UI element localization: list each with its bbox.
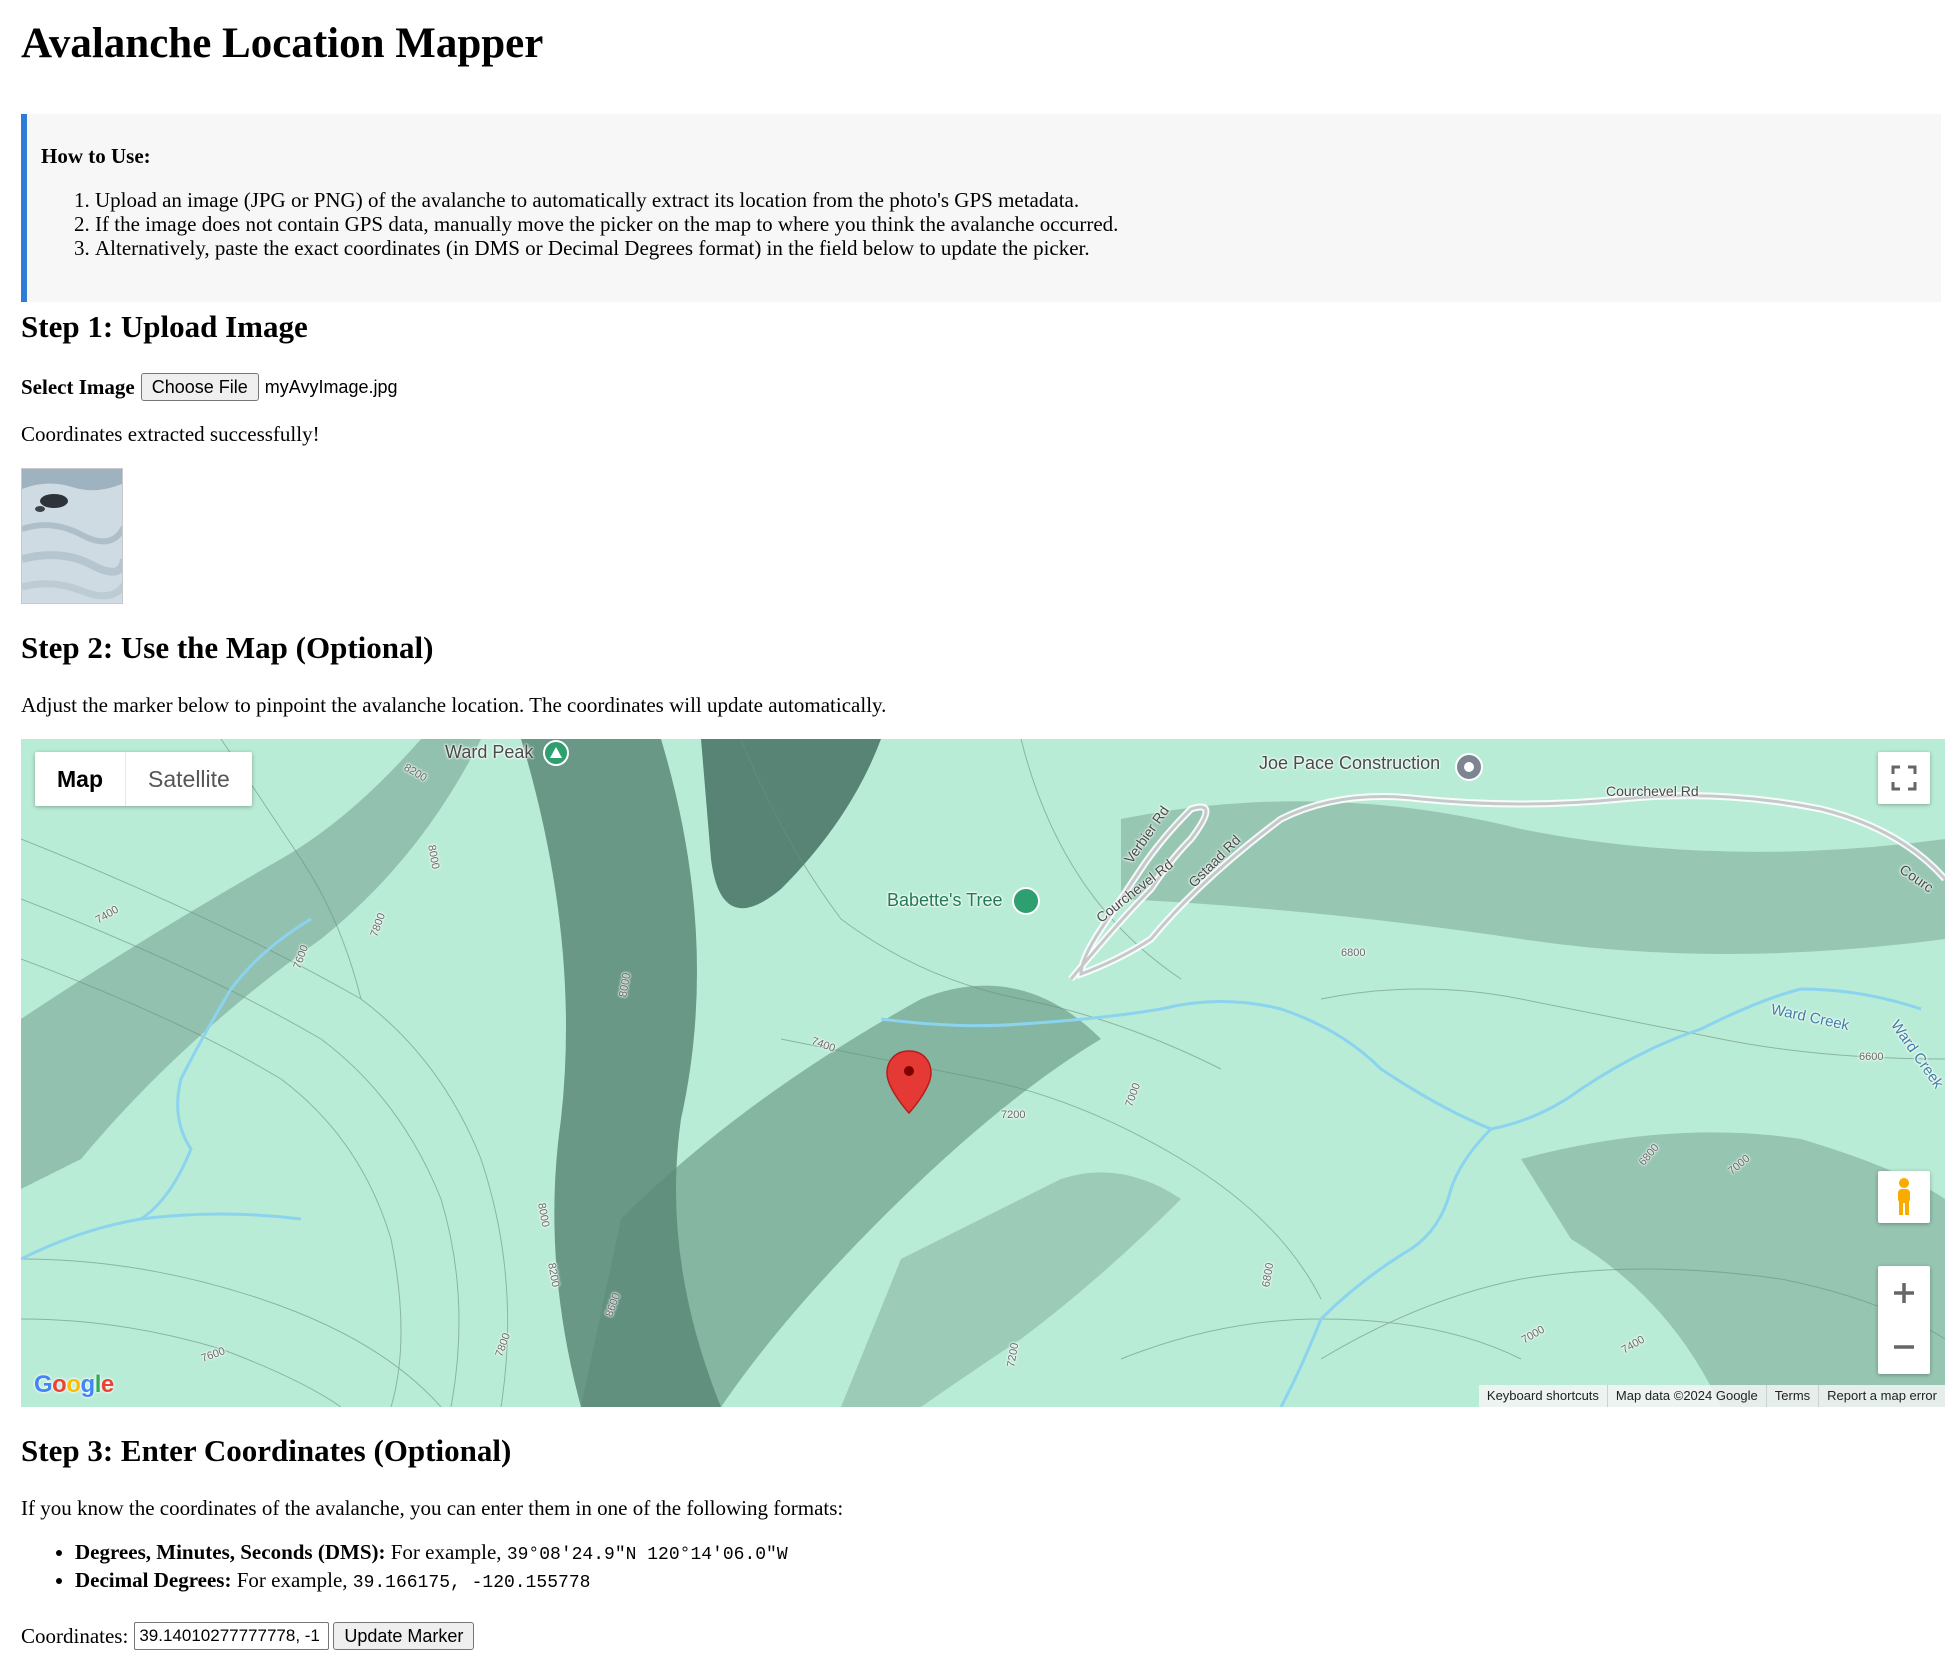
select-image-label: Select Image [21,374,135,399]
extraction-status: Coordinates extracted successfully! [21,422,320,446]
contour-label: 6800 [1341,947,1366,959]
selected-file-name: myAvyImage.jpg [264,376,398,397]
step2-heading: Step 2: Use the Map (Optional) [21,630,434,665]
step3-description: If you know the coordinates of the avala… [21,1496,844,1520]
format-label: Decimal Degrees: [75,1568,232,1592]
choose-file-button[interactable]: Choose File [140,373,259,401]
contour-label: 6600 [1859,1051,1884,1063]
how-to-step: Upload an image (JPG or PNG) of the aval… [95,188,1941,212]
how-to-use-panel: How to Use: Upload an image (JPG or PNG)… [21,114,1941,302]
map-type-satellite-button[interactable]: Satellite [126,752,252,806]
format-text: For example, [231,1568,353,1592]
fullscreen-icon [1891,765,1917,791]
uploaded-image-thumbnail [21,468,123,604]
pegman-icon [1898,1178,1910,1215]
format-item-dms: Degrees, Minutes, Seconds (DMS): For exa… [75,1540,1075,1568]
map-type-map-button[interactable]: Map [35,752,126,806]
coordinates-label: Coordinates: [21,1623,129,1648]
how-to-step: Alternatively, paste the exact coordinat… [95,236,1941,260]
map-data-text: Map data ©2024 Google [1606,1385,1766,1407]
coordinates-input[interactable] [134,1622,330,1650]
page-title: Avalanche Location Mapper [21,20,544,67]
how-to-step: If the image does not contain GPS data, … [95,212,1941,236]
format-label: Degrees, Minutes, Seconds (DMS): [75,1540,386,1564]
map-label-courchevel-rd: Courchevel Rd [1606,783,1699,799]
how-to-steps: Upload an image (JPG or PNG) of the aval… [41,188,1941,260]
map-label-ward-peak: Ward Peak [445,742,534,762]
report-map-error-link[interactable]: Report a map error [1818,1385,1945,1407]
plus-icon [1894,1283,1914,1303]
map-label-babettes-tree: Babette's Tree [887,890,1003,910]
format-item-decimal: Decimal Degrees: For example, 39.166175,… [75,1568,1075,1596]
step2-description: Adjust the marker below to pinpoint the … [21,693,887,717]
how-to-title: How to Use: [41,144,151,168]
terms-link[interactable]: Terms [1765,1385,1818,1407]
map-type-control: Map Satellite [35,752,252,806]
map-label-joe-pace: Joe Pace Construction [1259,753,1441,773]
minus-icon [1894,1345,1914,1349]
terrain-layer [21,739,1945,1407]
coordinate-formats-list: Degrees, Minutes, Seconds (DMS): For exa… [21,1540,1075,1596]
zoom-control [1878,1266,1930,1374]
fullscreen-button[interactable] [1878,752,1930,804]
upload-row: Select Image Choose File myAvyImage.jpg [21,373,398,401]
map-attribution: Keyboard shortcuts Map data ©2024 Google… [1478,1385,1945,1407]
street-view-pegman-button[interactable] [1878,1171,1930,1223]
format-text: For example, [385,1540,507,1564]
map-view[interactable]: Map Satellite Ward Peak Joe Pace Constru… [21,739,1945,1407]
zoom-out-button[interactable] [1878,1320,1930,1374]
contour-label: 7200 [1001,1109,1026,1121]
google-logo[interactable]: Google [34,1371,114,1399]
update-marker-button[interactable]: Update Marker [333,1622,475,1650]
step1-heading: Step 1: Upload Image [21,309,308,344]
format-example: 39°08'24.9"N 120°14'06.0"W [506,1545,788,1565]
step3-heading: Step 3: Enter Coordinates (Optional) [21,1433,512,1468]
coordinates-row: Coordinates: Update Marker [21,1622,475,1650]
zoom-in-button[interactable] [1878,1266,1930,1320]
keyboard-shortcuts-link[interactable]: Keyboard shortcuts [1479,1385,1607,1407]
format-example: 39.166175, -120.155778 [352,1573,591,1593]
